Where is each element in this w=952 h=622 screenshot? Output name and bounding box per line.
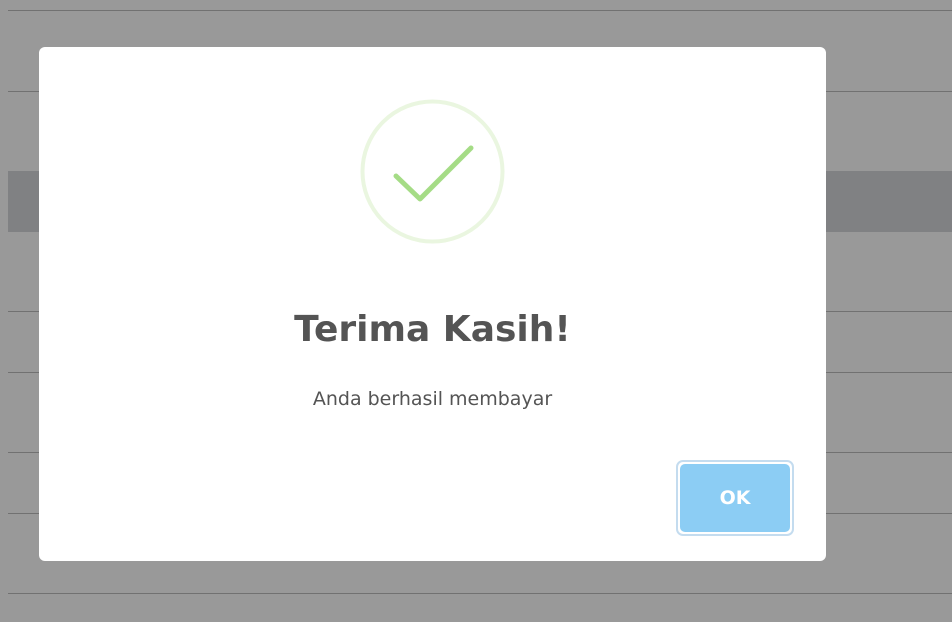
- dialog-message: Anda berhasil membayar: [312, 388, 553, 410]
- ok-button[interactable]: OK: [680, 464, 790, 532]
- checkmark-icon: [360, 99, 505, 244]
- page: Terima Kasih! Anda berhasil membayar OK: [0, 0, 952, 622]
- success-dialog: Terima Kasih! Anda berhasil membayar OK: [39, 47, 826, 561]
- dialog-title: Terima Kasih!: [294, 309, 571, 350]
